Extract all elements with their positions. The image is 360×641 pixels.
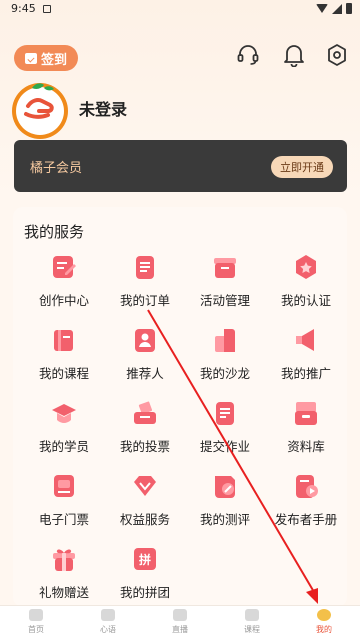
nav-label: 直播 bbox=[172, 625, 188, 634]
nav-label: 课程 bbox=[244, 625, 260, 634]
service-my-students[interactable]: 我的学员 bbox=[24, 399, 104, 455]
service-my-courses[interactable]: 我的课程 bbox=[24, 326, 104, 382]
service-label: 我的认证 bbox=[280, 293, 331, 308]
gift-icon bbox=[50, 545, 78, 573]
service-label: 活动管理 bbox=[199, 293, 250, 308]
service-label: 推荐人 bbox=[126, 366, 164, 381]
courses-icon bbox=[50, 326, 78, 354]
home-icon bbox=[29, 609, 43, 621]
services-card: 我的服务 创作中心 我的订单 活动管理 我的认证 我的课程 推荐人 我的沙龙 我… bbox=[13, 207, 347, 607]
service-label: 权益服务 bbox=[119, 512, 170, 527]
service-publisher-manual[interactable]: 发布者手册 bbox=[266, 472, 346, 528]
battery-icon bbox=[346, 3, 352, 14]
bell-icon[interactable] bbox=[281, 42, 307, 68]
nav-xinyu[interactable]: 心语 bbox=[84, 609, 132, 635]
bottom-nav: 首页 心语 直播 课程 我的 bbox=[0, 605, 360, 641]
service-e-ticket[interactable]: 电子门票 bbox=[24, 472, 104, 528]
service-label: 我的投票 bbox=[119, 439, 170, 454]
service-label: 创作中心 bbox=[38, 293, 89, 308]
salon-icon bbox=[211, 326, 239, 354]
vip-label: 橘子会员 bbox=[30, 161, 83, 176]
service-label: 发布者手册 bbox=[274, 512, 338, 527]
archive-icon bbox=[292, 399, 320, 427]
live-icon bbox=[173, 609, 187, 621]
certificate-icon bbox=[292, 253, 320, 281]
customer-service-icon[interactable] bbox=[235, 42, 261, 68]
service-label: 我的拼团 bbox=[119, 585, 170, 600]
service-activity-management[interactable]: 活动管理 bbox=[185, 253, 265, 309]
service-label: 我的学员 bbox=[38, 439, 89, 454]
wifi-icon bbox=[316, 4, 328, 13]
group-buy-glyph: 拼 bbox=[139, 552, 151, 567]
vip-open-button[interactable]: 立即开通 bbox=[271, 156, 333, 178]
service-label: 提交作业 bbox=[199, 439, 250, 454]
service-my-promotion[interactable]: 我的推广 bbox=[266, 326, 346, 382]
settings-icon[interactable] bbox=[324, 42, 350, 68]
calendar-check-icon bbox=[24, 52, 37, 64]
profile-icon bbox=[317, 609, 331, 621]
edit-doc-icon bbox=[50, 253, 78, 281]
group-buy-icon: 拼 bbox=[131, 545, 159, 573]
referrer-icon bbox=[131, 326, 159, 354]
chat-icon bbox=[101, 609, 115, 621]
vip-banner[interactable]: 橘子会员 立即开通 bbox=[14, 140, 347, 192]
status-indicators bbox=[316, 3, 352, 14]
assessment-icon bbox=[211, 472, 239, 500]
service-benefits[interactable]: 权益服务 bbox=[105, 472, 185, 528]
ticket-icon bbox=[50, 472, 78, 500]
nav-live[interactable]: 直播 bbox=[156, 609, 204, 635]
service-label: 我的课程 bbox=[38, 366, 89, 381]
username[interactable]: 未登录 bbox=[79, 96, 127, 120]
book-icon bbox=[245, 609, 259, 621]
service-my-votes[interactable]: 我的投票 bbox=[105, 399, 185, 455]
service-label: 礼物赠送 bbox=[38, 585, 89, 600]
video-manual-icon bbox=[292, 472, 320, 500]
service-my-group-buy[interactable]: 拼 我的拼团 bbox=[105, 545, 185, 601]
service-gift-giving[interactable]: 礼物赠送 bbox=[24, 545, 104, 601]
service-label: 我的订单 bbox=[119, 293, 170, 308]
signin-label: 签到 bbox=[40, 52, 67, 68]
ballot-box-icon bbox=[131, 399, 159, 427]
nav-mine[interactable]: 我的 bbox=[300, 609, 348, 635]
service-my-certification[interactable]: 我的认证 bbox=[266, 253, 346, 309]
service-library[interactable]: 资料库 bbox=[266, 399, 346, 455]
service-submit-homework[interactable]: 提交作业 bbox=[185, 399, 265, 455]
diamond-icon bbox=[131, 472, 159, 500]
service-creation-center[interactable]: 创作中心 bbox=[24, 253, 104, 309]
megaphone-icon bbox=[292, 326, 320, 354]
nav-label: 心语 bbox=[100, 625, 116, 634]
service-label: 我的推广 bbox=[280, 366, 331, 381]
service-label: 我的沙龙 bbox=[199, 366, 250, 381]
order-list-icon bbox=[131, 253, 159, 281]
nav-courses[interactable]: 课程 bbox=[228, 609, 276, 635]
status-time: 9:45 bbox=[11, 2, 36, 15]
nav-label: 首页 bbox=[28, 625, 44, 634]
signin-button[interactable]: 签到 bbox=[14, 45, 78, 71]
nav-label: 我的 bbox=[316, 625, 332, 634]
service-label: 电子门票 bbox=[38, 512, 89, 527]
avatar[interactable] bbox=[10, 80, 70, 140]
notification-icon bbox=[43, 5, 51, 13]
service-label: 资料库 bbox=[287, 439, 325, 454]
service-referrer[interactable]: 推荐人 bbox=[105, 326, 185, 382]
service-label: 我的测评 bbox=[199, 512, 250, 527]
service-my-salon[interactable]: 我的沙龙 bbox=[185, 326, 265, 382]
activity-box-icon bbox=[211, 253, 239, 281]
service-my-orders[interactable]: 我的订单 bbox=[105, 253, 185, 309]
service-my-assessment[interactable]: 我的测评 bbox=[185, 472, 265, 528]
status-bar: 9:45 bbox=[0, 0, 360, 18]
homework-icon bbox=[211, 399, 239, 427]
nav-home[interactable]: 首页 bbox=[12, 609, 60, 635]
graduation-cap-icon bbox=[50, 399, 78, 427]
services-title: 我的服务 bbox=[24, 223, 85, 241]
signal-icon bbox=[332, 3, 342, 14]
